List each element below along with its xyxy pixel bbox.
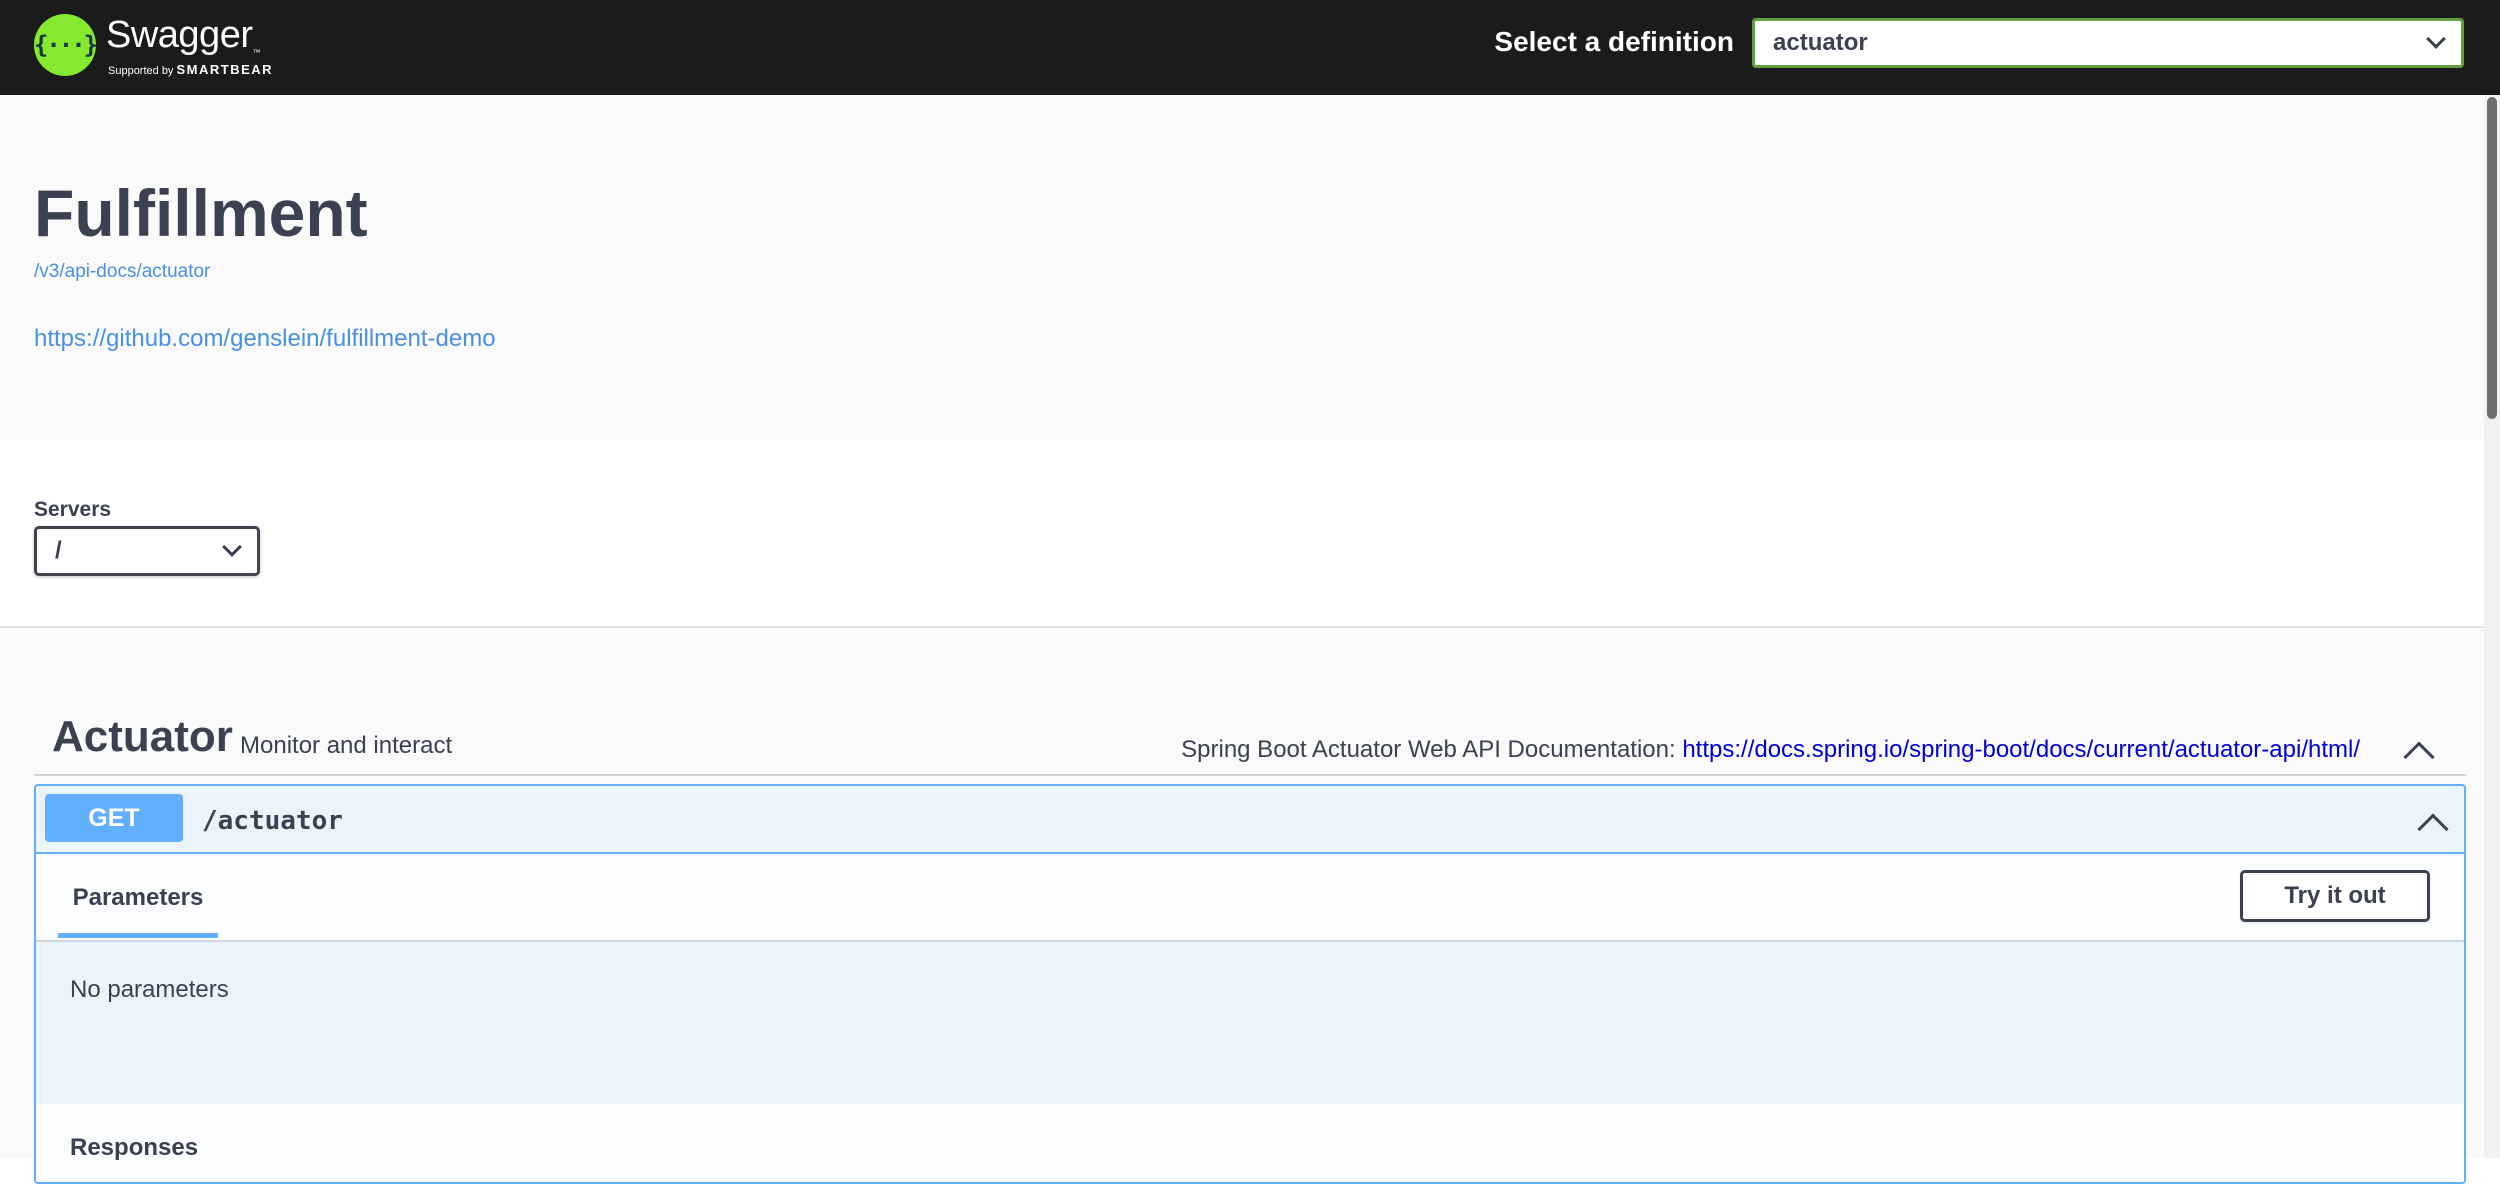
servers-select[interactable]: / xyxy=(34,526,260,576)
logo-trademark: ™ xyxy=(252,48,260,57)
topbar: {···} Swagger™ Supported by SMARTBEAR Se… xyxy=(0,0,2500,95)
operation-summary[interactable]: GET /actuator xyxy=(36,786,2464,854)
api-info: Fulfillment /v3/api-docs/actuator https:… xyxy=(0,95,2484,440)
spec-url-link[interactable]: /v3/api-docs/actuator xyxy=(34,261,210,283)
tab-parameters[interactable]: Parameters xyxy=(58,854,218,940)
servers-label: Servers xyxy=(34,498,112,521)
chevron-up-icon xyxy=(2403,741,2435,773)
tag-collapse-button[interactable] xyxy=(2403,738,2435,773)
logo-supported-text: Supported by xyxy=(108,65,174,77)
external-docs: Spring Boot Actuator Web API Documentati… xyxy=(1181,736,2360,764)
operation-get-actuator: GET /actuator Parameters Try it out No p… xyxy=(34,784,2466,1184)
external-docs-link[interactable]: https://docs.spring.io/spring-boot/docs/… xyxy=(1682,736,2360,763)
chevron-down-icon xyxy=(2426,29,2446,49)
operations-section: Actuator Monitor and interact Spring Boo… xyxy=(0,628,2484,1184)
chevron-down-icon xyxy=(222,537,242,557)
repo-link[interactable]: https://github.com/genslein/fulfillment-… xyxy=(34,325,496,353)
servers-section: Servers / xyxy=(0,440,2484,628)
tab-active-indicator xyxy=(58,933,218,938)
tag-name: Actuator xyxy=(52,712,233,761)
chevron-up-icon xyxy=(2417,813,2449,845)
logo-company: SMARTBEAR xyxy=(176,62,274,77)
parameters-header: Parameters Try it out xyxy=(36,854,2464,942)
tag-header-actuator[interactable]: Actuator Monitor and interact Spring Boo… xyxy=(34,680,2466,776)
tag-description: Monitor and interact xyxy=(240,732,453,759)
no-parameters-text: No parameters xyxy=(70,976,229,1003)
logo-name: Swagger™ xyxy=(106,14,260,57)
definition-label: Select a definition xyxy=(1494,26,1734,57)
external-docs-label: Spring Boot Actuator Web API Documentati… xyxy=(1181,736,1676,763)
page-scrollbar[interactable] xyxy=(2484,95,2500,1158)
operation-path: /actuator xyxy=(202,806,343,836)
logo-supported-by: Supported by SMARTBEAR xyxy=(108,62,273,77)
servers-select-value: / xyxy=(55,537,62,564)
definition-select[interactable]: actuator xyxy=(1752,18,2464,68)
swagger-logo-icon: {···} xyxy=(34,14,98,76)
logo-name-text: Swagger xyxy=(106,14,253,56)
logo-text: Swagger™ Supported by SMARTBEAR xyxy=(106,10,296,80)
try-it-out-button[interactable]: Try it out xyxy=(2240,870,2430,922)
definition-select-value: actuator xyxy=(1773,29,1868,56)
http-method-badge: GET xyxy=(45,794,183,842)
api-title: Fulfillment xyxy=(34,176,368,250)
scrollbar-thumb[interactable] xyxy=(2487,97,2497,419)
operation-collapse-button[interactable] xyxy=(2417,808,2449,845)
swagger-logo[interactable]: {···} Swagger™ Supported by SMARTBEAR xyxy=(34,10,296,80)
responses-header: Responses xyxy=(36,1104,2464,1182)
